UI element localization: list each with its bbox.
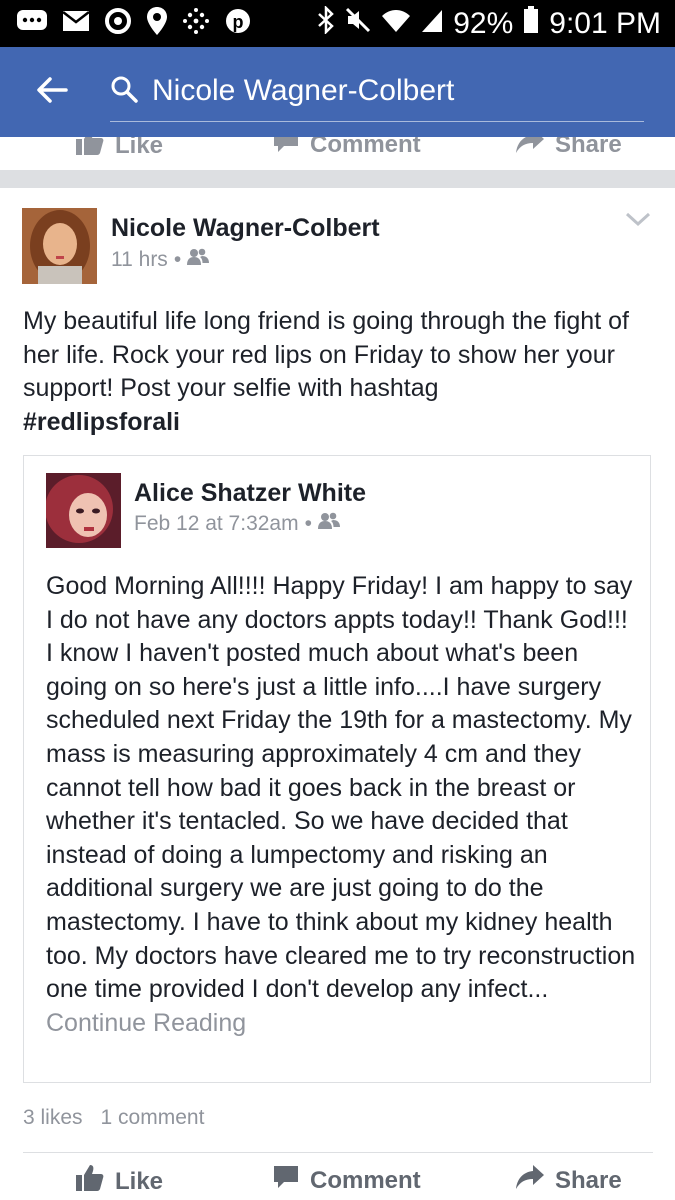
post-options-chevron-icon[interactable] (624, 210, 652, 230)
meta-dot: • (173, 248, 182, 271)
search-icon (110, 75, 138, 108)
post-actions: Like Comment Share (0, 1160, 675, 1200)
actions-divider (23, 1152, 653, 1153)
back-button[interactable] (22, 62, 82, 122)
status-bar: p 92% 9:01 PM (0, 0, 675, 47)
sync-icon (104, 7, 132, 40)
mute-icon (345, 7, 371, 41)
back-arrow-icon (36, 76, 68, 109)
battery-percent: 92% (453, 6, 514, 40)
share-icon (515, 137, 545, 162)
pinterest-icon: p (224, 7, 252, 40)
clock: 9:01 PM (549, 6, 661, 40)
dots-grid-icon (182, 7, 210, 40)
previous-like-button[interactable]: Like (75, 137, 163, 164)
previous-comment-button[interactable]: Comment (272, 137, 421, 162)
shared-post-text: Good Morning All!!!! Happy Friday! I am … (46, 570, 636, 1040)
comment-icon (272, 1163, 300, 1198)
likes-count[interactable]: 3 likes (23, 1106, 83, 1130)
shared-avatar[interactable] (46, 473, 121, 548)
shared-post-time[interactable]: Feb 12 at 7:32am (134, 512, 299, 536)
post-author[interactable]: Nicole Wagner-Colbert (111, 214, 380, 243)
bluetooth-icon (317, 4, 335, 42)
continue-reading-link[interactable]: Continue Reading (46, 1009, 246, 1037)
shared-post-meta: Feb 12 at 7:32am • (134, 512, 340, 536)
shared-post-card[interactable]: Alice Shatzer White Feb 12 at 7:32am • G… (23, 455, 651, 1083)
comment-icon (272, 137, 300, 162)
search-query: Nicole Wagner-Colbert (152, 74, 455, 107)
share-icon (515, 1163, 545, 1198)
post-text: My beautiful life long friend is going t… (23, 305, 653, 439)
svg-text:p: p (233, 12, 244, 32)
feed-divider (0, 170, 675, 188)
battery-icon (523, 5, 539, 42)
comment-button[interactable]: Comment (272, 1163, 421, 1198)
wifi-icon (381, 7, 411, 41)
share-button[interactable]: Share (515, 1163, 622, 1198)
avatar[interactable] (22, 208, 97, 284)
post-time[interactable]: 11 hrs (111, 248, 168, 272)
signal-icon (421, 7, 443, 41)
previous-share-button[interactable]: Share (515, 137, 622, 162)
meta-dot: • (304, 512, 312, 535)
email-icon (62, 10, 90, 37)
previous-post-actions: Like Comment Share (0, 137, 675, 170)
like-button[interactable]: Like (75, 1163, 163, 1200)
post-body: My beautiful life long friend is going t… (23, 307, 629, 402)
search-input[interactable]: Nicole Wagner-Colbert (110, 61, 644, 122)
hashtag-link[interactable]: #redlipsforali (23, 406, 653, 440)
location-icon (146, 6, 168, 41)
friends-audience-icon (317, 512, 340, 536)
app-bar: Nicole Wagner-Colbert (0, 47, 675, 137)
thumbs-up-icon (75, 137, 105, 164)
post-stats: 3 likes 1 comment (23, 1106, 204, 1130)
comments-count[interactable]: 1 comment (101, 1106, 205, 1130)
shared-post-author[interactable]: Alice Shatzer White (134, 479, 366, 508)
friends-audience-icon (187, 248, 210, 272)
shared-post-body: Good Morning All!!!! Happy Friday! I am … (46, 572, 636, 1004)
messages-icon (16, 8, 48, 39)
thumbs-up-icon (75, 1163, 105, 1200)
post-meta: 11 hrs • (111, 248, 210, 272)
